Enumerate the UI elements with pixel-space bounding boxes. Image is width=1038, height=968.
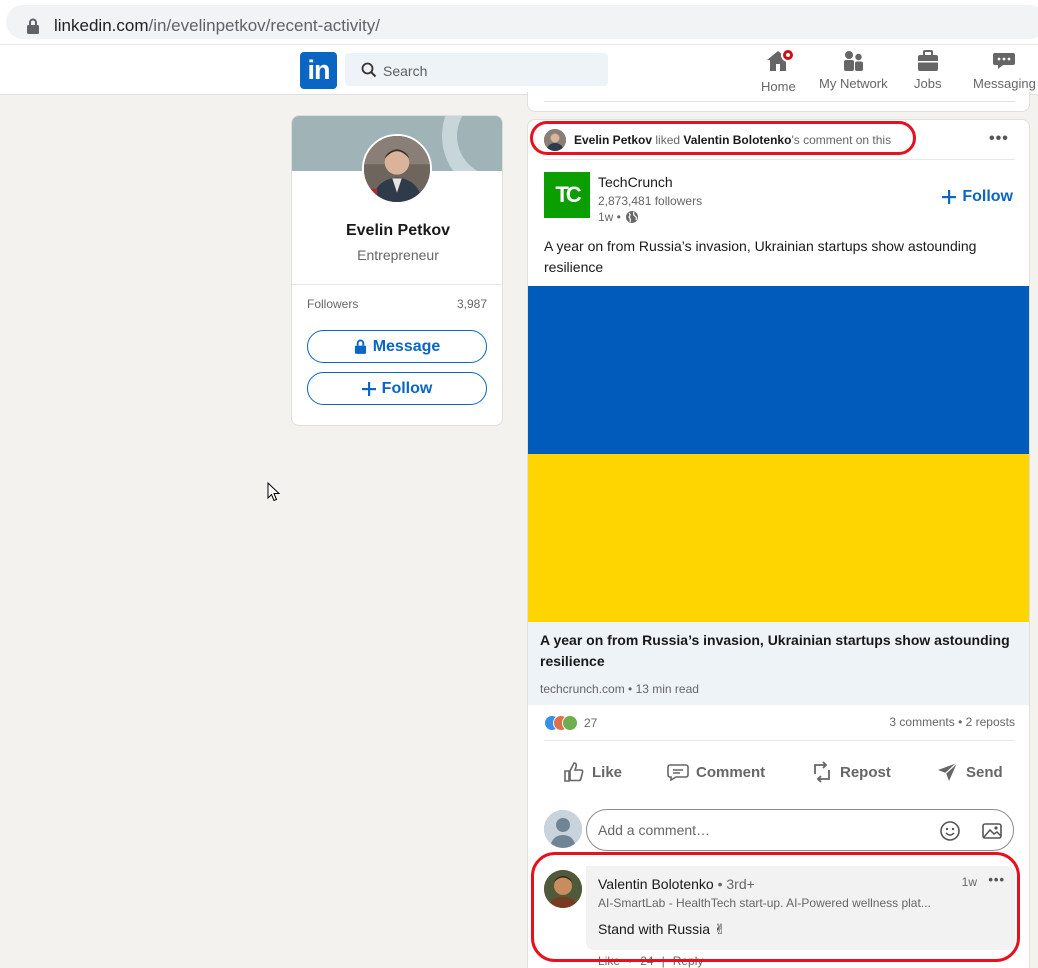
- article-image-flag-blue[interactable]: [528, 286, 1029, 454]
- image-icon[interactable]: [981, 820, 1003, 842]
- thumbs-up-icon: [564, 762, 584, 782]
- comment-text: Stand with Russia ✌: [598, 921, 726, 937]
- activity-suffix: 's comment on this: [791, 133, 892, 147]
- nav-messaging[interactable]: Messaging: [973, 49, 1036, 95]
- divider: [292, 284, 502, 285]
- post-body-text: A year on from Russia’s invasion, Ukrain…: [544, 238, 977, 275]
- activity-verb: liked: [655, 133, 681, 147]
- reaction-count: 27: [584, 716, 598, 730]
- mouse-cursor-icon: [267, 482, 281, 502]
- nav-my-network[interactable]: My Network: [819, 49, 888, 95]
- jobs-icon: [917, 50, 938, 71]
- network-icon: [844, 51, 864, 71]
- repost-button[interactable]: Repost: [810, 756, 891, 788]
- comment-reply-button[interactable]: Reply: [673, 954, 704, 968]
- divider: [544, 159, 1015, 160]
- post-author-name[interactable]: TechCrunch: [598, 174, 673, 190]
- followers-label: Followers: [307, 297, 359, 311]
- send-button[interactable]: Send: [936, 756, 1003, 788]
- top-navigation: in Search Home My Network Jobs Messaging: [0, 44, 1038, 95]
- actor-avatar[interactable]: [544, 129, 566, 151]
- post-more-options-icon[interactable]: •••: [989, 130, 1009, 148]
- browser-url-bar: linkedin.com/in/evelinpetkov/recent-acti…: [0, 0, 1038, 44]
- followers-count: 3,987: [456, 297, 487, 311]
- comment-more-options-icon[interactable]: •••: [988, 872, 1005, 887]
- comment-bubble: Valentin Bolotenko • 3rd+ AI-SmartLab - …: [586, 866, 1015, 950]
- article-meta: techcrunch.com • 13 min read: [540, 682, 699, 696]
- activity-actor-link[interactable]: Evelin Petkov: [574, 133, 652, 147]
- message-button-label: Message: [372, 337, 441, 355]
- article-title: A year on from Russia’s invasion, Ukrain…: [540, 632, 1010, 669]
- like-label: Like: [592, 763, 623, 781]
- plus-icon: [361, 381, 376, 396]
- messaging-icon: [993, 53, 1016, 69]
- follow-button-label: Follow: [381, 379, 433, 397]
- activity-target-link[interactable]: Valentin Bolotenko: [683, 133, 791, 147]
- lock-icon: [354, 339, 366, 354]
- profile-name[interactable]: Evelin Petkov: [292, 222, 502, 240]
- comment-icon: [667, 764, 689, 782]
- previous-post-card: [527, 92, 1030, 112]
- comment-input[interactable]: Add a comment…: [586, 809, 1014, 851]
- comment-button[interactable]: Comment: [666, 756, 765, 788]
- send-icon: [938, 762, 958, 781]
- commenter-avatar[interactable]: [544, 870, 582, 908]
- nav-jobs[interactable]: Jobs: [914, 49, 941, 95]
- divider: [544, 740, 1015, 741]
- post-actions-bar: Like Comment Repost Send: [544, 756, 1015, 788]
- message-button[interactable]: Message: [307, 330, 487, 363]
- linkedin-logo[interactable]: in: [300, 52, 337, 89]
- profile-follow-button[interactable]: Follow: [307, 372, 487, 405]
- globe-icon: [625, 211, 638, 223]
- techcrunch-logo[interactable]: TC: [544, 172, 590, 218]
- comment-timestamp: 1w: [961, 875, 977, 889]
- nav-messaging-label: Messaging: [973, 76, 1036, 91]
- support-reaction-icon: [562, 715, 578, 731]
- plus-icon: [942, 190, 957, 204]
- address-field[interactable]: linkedin.com/in/evelinpetkov/recent-acti…: [6, 5, 1038, 39]
- profile-avatar[interactable]: [362, 134, 432, 204]
- search-icon: [361, 62, 377, 78]
- article-link-card[interactable]: A year on from Russia’s invasion, Ukrain…: [528, 622, 1029, 705]
- nav-home[interactable]: Home: [761, 48, 796, 95]
- comments-reposts-count[interactable]: 3 comments • 2 reposts: [889, 715, 1015, 729]
- notification-badge: [781, 48, 796, 62]
- reactions-summary[interactable]: 27: [544, 715, 597, 731]
- comment-label: Comment: [696, 763, 766, 781]
- current-user-avatar[interactable]: [544, 810, 582, 848]
- comment-like-button[interactable]: Like: [598, 954, 620, 968]
- profile-headline: Entrepreneur: [357, 247, 439, 263]
- post-timestamp: 1w •: [598, 210, 639, 224]
- feed-post-card: Evelin Petkov liked Valentin Bolotenko's…: [527, 119, 1030, 968]
- nav-jobs-label: Jobs: [914, 76, 942, 91]
- search-input[interactable]: Search: [345, 53, 608, 86]
- send-label: Send: [966, 763, 1003, 781]
- emoji-icon[interactable]: [939, 820, 961, 842]
- comment-placeholder: Add a comment…: [598, 822, 711, 838]
- like-button[interactable]: Like: [562, 756, 622, 788]
- nav-my-network-label: My Network: [819, 76, 888, 91]
- repost-label: Repost: [840, 763, 891, 781]
- profile-card: Evelin Petkov Entrepreneur Followers 3,9…: [291, 115, 503, 426]
- post-follow-button[interactable]: Follow: [942, 188, 1013, 206]
- activity-header: Evelin Petkov liked Valentin Bolotenko's…: [544, 128, 891, 152]
- comment-footer: Like • 24 | Reply: [598, 954, 704, 968]
- search-placeholder: Search: [383, 63, 428, 79]
- post-author-followers: 2,873,481 followers: [598, 194, 703, 208]
- repost-icon: [814, 761, 830, 783]
- social-counts: 27 3 comments • 2 reposts: [544, 715, 1015, 733]
- lock-icon: [27, 18, 39, 34]
- comment-reaction-count: 24: [640, 954, 654, 968]
- article-image-flag-yellow[interactable]: [528, 454, 1029, 622]
- url-text: linkedin.com/in/evelinpetkov/recent-acti…: [54, 16, 380, 35]
- follow-label: Follow: [962, 188, 1013, 205]
- commenter-headline: AI-SmartLab - HealthTech start-up. AI-Po…: [598, 896, 931, 910]
- commenter-name[interactable]: Valentin Bolotenko • 3rd+: [598, 876, 755, 892]
